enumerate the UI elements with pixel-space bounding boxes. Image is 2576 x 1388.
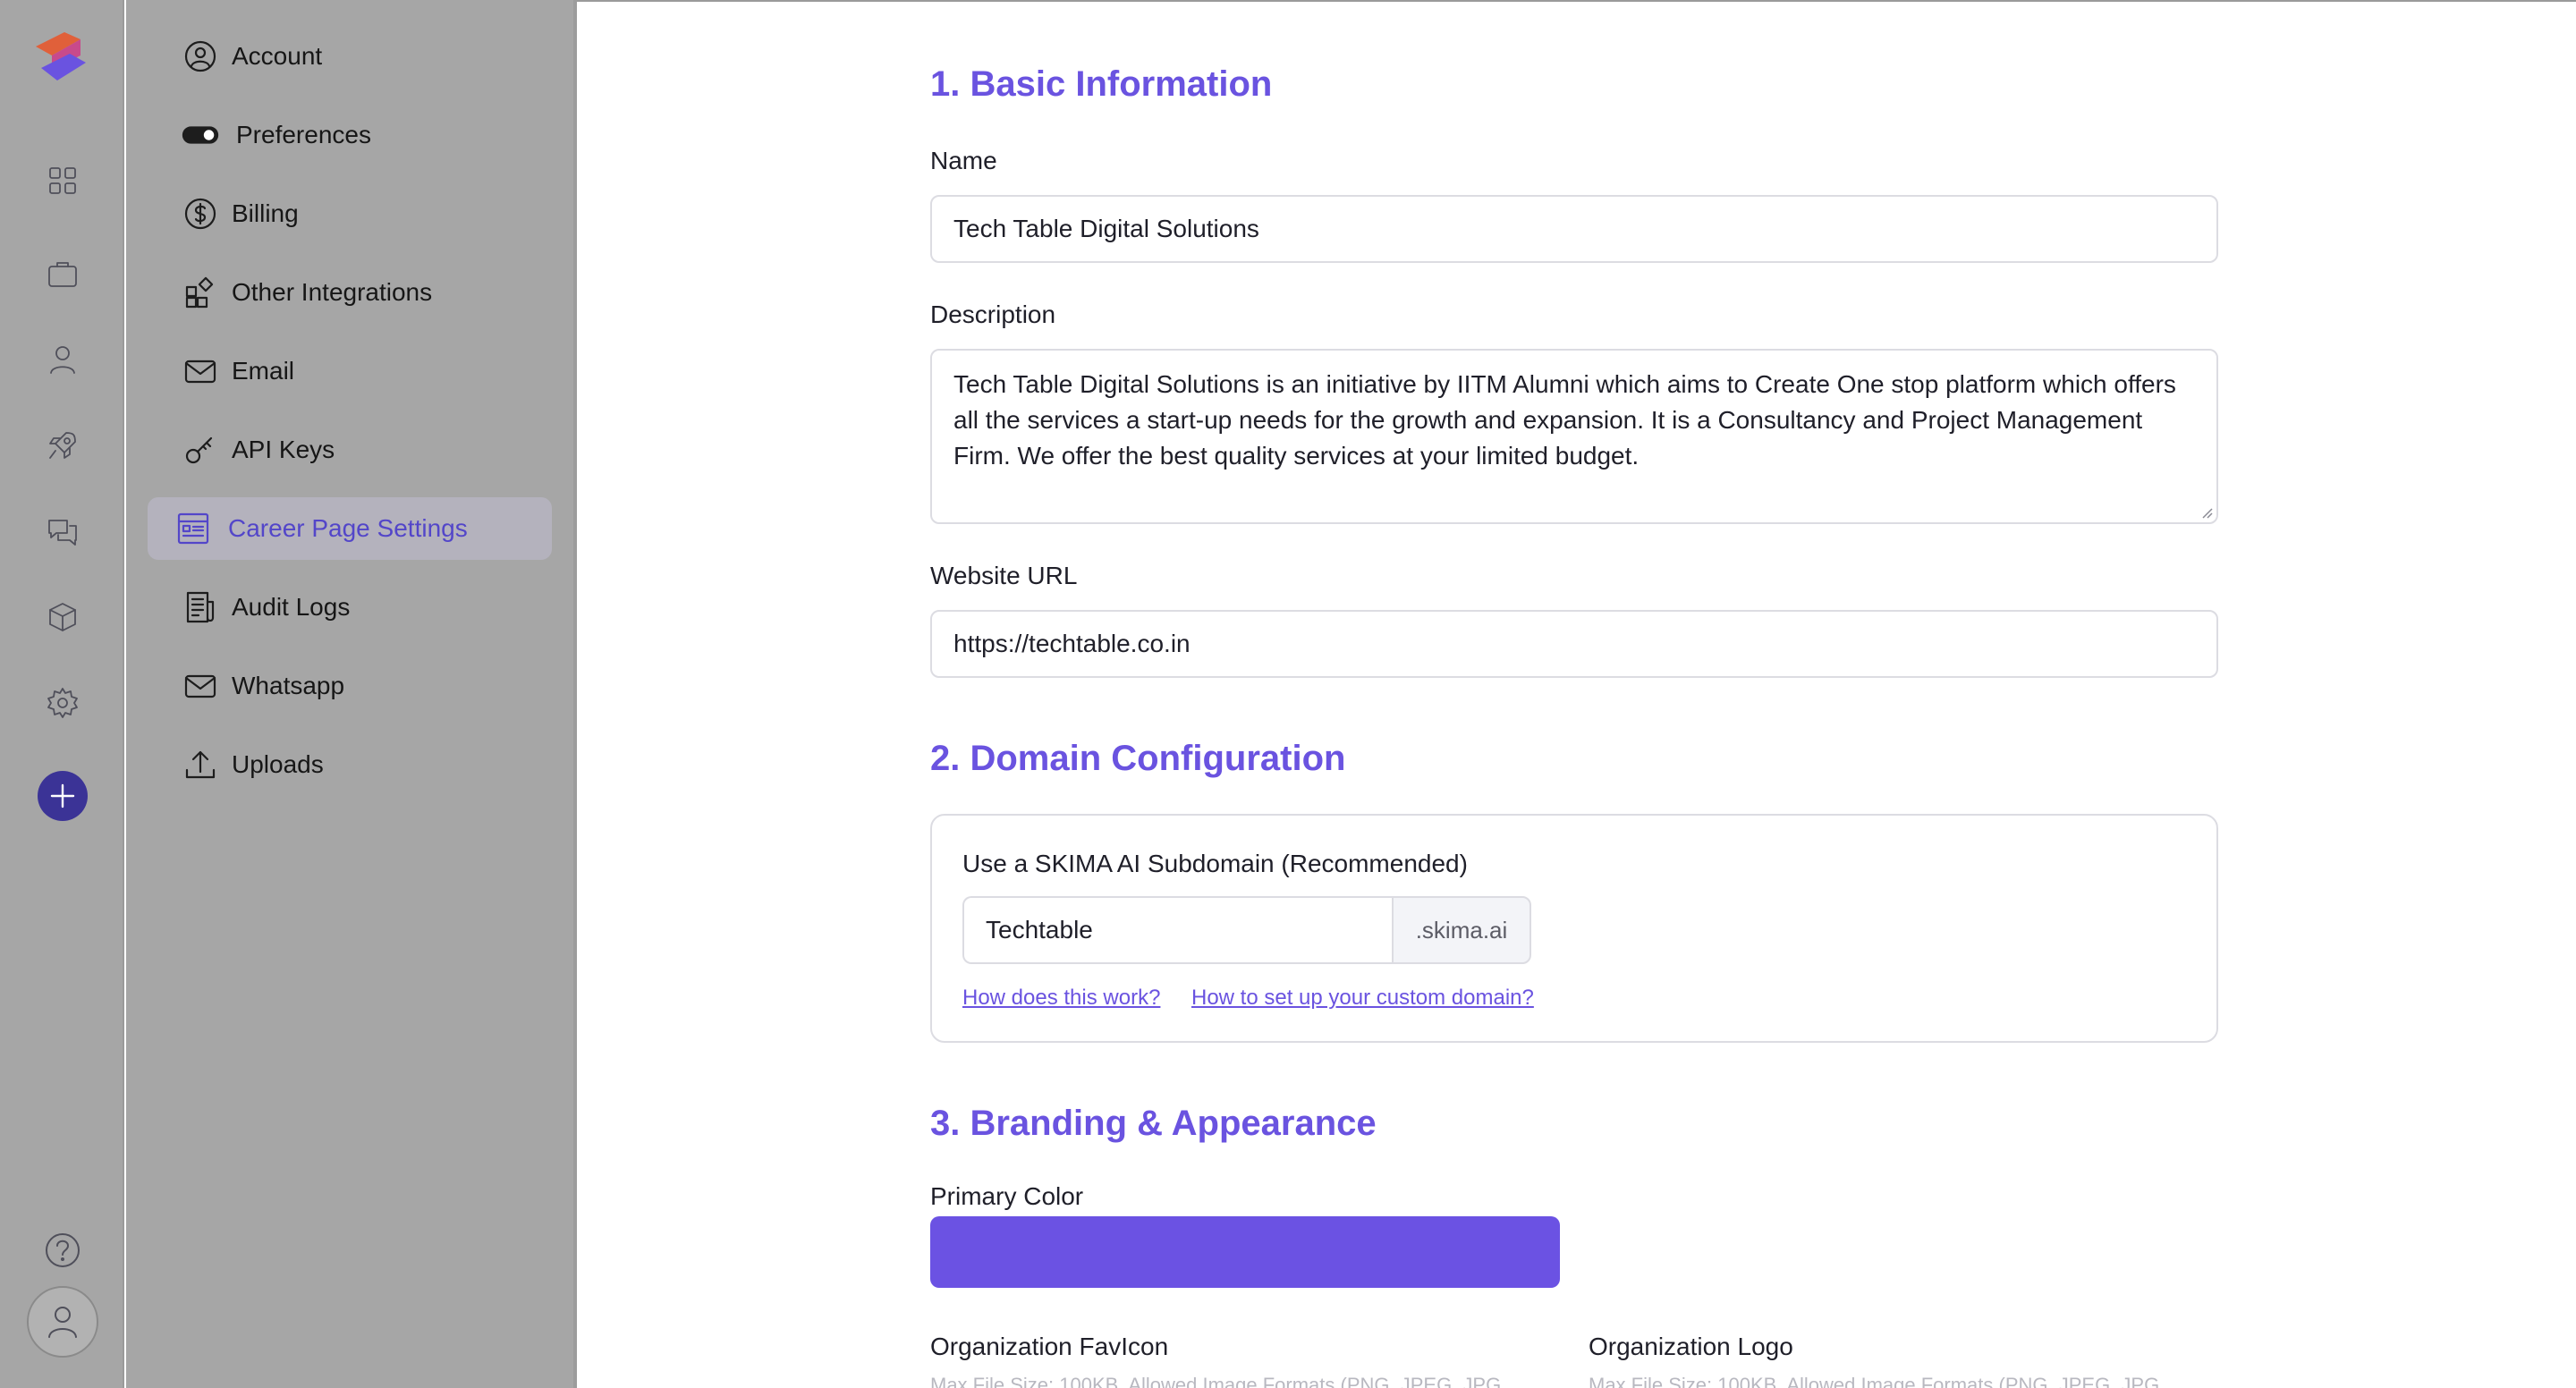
- sidebar-item-label: Other Integrations: [232, 278, 433, 306]
- add-plus-button[interactable]: [38, 771, 88, 821]
- sidebar-item-other-integrations[interactable]: Other Integrations: [148, 261, 552, 324]
- cube-icon[interactable]: [41, 596, 84, 639]
- sidebar-item-label: Uploads: [232, 750, 324, 778]
- subdomain-suffix: .skima.ai: [1392, 896, 1531, 964]
- dollar-circle-icon: [182, 195, 219, 233]
- settings-sidebar: Account Preferences Billing Other Integr…: [126, 0, 577, 1388]
- custom-domain-link[interactable]: How to set up your custom domain?: [1191, 986, 1534, 1011]
- website-url-label: Website URL: [930, 562, 1078, 589]
- sidebar-item-audit-logs[interactable]: Audit Logs: [148, 576, 552, 639]
- user-icon[interactable]: [41, 338, 84, 381]
- career-page-icon: [174, 510, 212, 547]
- website-url-input[interactable]: https://techtable.co.in: [930, 610, 2218, 678]
- user-circle-icon: [182, 38, 219, 75]
- upload-icon: [182, 746, 219, 783]
- sidebar-item-preferences[interactable]: Preferences: [148, 104, 552, 166]
- mail-icon: [182, 352, 219, 390]
- sidebar-item-label: Billing: [232, 199, 299, 227]
- sidebar-item-label: Whatsapp: [232, 672, 345, 699]
- sidebar-item-career-page-settings[interactable]: Career Page Settings: [148, 497, 552, 560]
- sidebar-item-label: Career Page Settings: [228, 514, 468, 542]
- key-icon: [182, 431, 219, 469]
- description-textarea[interactable]: Tech Table Digital Solutions is an initi…: [930, 349, 2218, 524]
- briefcase-icon[interactable]: [41, 252, 84, 295]
- sidebar-item-label: Preferences: [236, 121, 371, 148]
- sidebar-item-billing[interactable]: Billing: [148, 182, 552, 245]
- section-title-domain-configuration: 2. Domain Configuration: [930, 739, 1346, 778]
- sidebar-item-uploads[interactable]: Uploads: [148, 733, 552, 796]
- domain-config-card: Use a SKIMA AI Subdomain (Recommended) T…: [930, 814, 2218, 1043]
- section-title-basic-information: 1. Basic Information: [930, 64, 1273, 104]
- sidebar-item-label: Account: [232, 42, 323, 70]
- logo-label: Organization Logo: [1589, 1333, 1793, 1360]
- skima-logo-icon[interactable]: [29, 29, 93, 86]
- description-label: Description: [930, 300, 1056, 328]
- sidebar-item-api-keys[interactable]: API Keys: [148, 419, 552, 481]
- resize-handle-icon[interactable]: [2200, 506, 2213, 519]
- dashboard-grid-icon[interactable]: [41, 159, 84, 202]
- rocket-icon[interactable]: [41, 424, 84, 467]
- sidebar-item-account[interactable]: Account: [148, 25, 552, 88]
- integrations-icon: [182, 274, 219, 311]
- sidebar-item-label: Audit Logs: [232, 593, 351, 621]
- top-divider: [577, 0, 2576, 2]
- icon-rail: [0, 0, 124, 1388]
- mail-icon: [182, 667, 219, 705]
- favicon-label: Organization FavIcon: [930, 1333, 1169, 1360]
- help-icon[interactable]: [43, 1231, 82, 1270]
- toggle-icon: [182, 116, 219, 154]
- logo-hint: Max File Size: 100KB. Allowed Image Form…: [1589, 1374, 2160, 1388]
- favicon-hint: Max File Size: 100KB. Allowed Image Form…: [930, 1374, 1502, 1388]
- document-icon: [182, 588, 219, 626]
- settings-gear-icon[interactable]: [41, 681, 84, 724]
- primary-color-label: Primary Color: [930, 1182, 1084, 1210]
- sidebar-item-label: API Keys: [232, 436, 335, 463]
- how-does-this-work-link[interactable]: How does this work?: [962, 986, 1160, 1011]
- user-avatar[interactable]: [27, 1286, 98, 1358]
- subdomain-input[interactable]: Techtable: [962, 896, 1392, 964]
- sidebar-item-label: Email: [232, 357, 295, 385]
- section-title-branding: 3. Branding & Appearance: [930, 1104, 1377, 1143]
- name-input[interactable]: Tech Table Digital Solutions: [930, 195, 2218, 263]
- description-text: Tech Table Digital Solutions is an initi…: [953, 370, 2176, 470]
- primary-color-picker[interactable]: [930, 1216, 1560, 1288]
- chat-icon[interactable]: [41, 510, 84, 553]
- name-label: Name: [930, 147, 997, 174]
- sidebar-item-whatsapp[interactable]: Whatsapp: [148, 655, 552, 717]
- sidebar-item-email[interactable]: Email: [148, 340, 552, 402]
- subdomain-label: Use a SKIMA AI Subdomain (Recommended): [962, 850, 1468, 877]
